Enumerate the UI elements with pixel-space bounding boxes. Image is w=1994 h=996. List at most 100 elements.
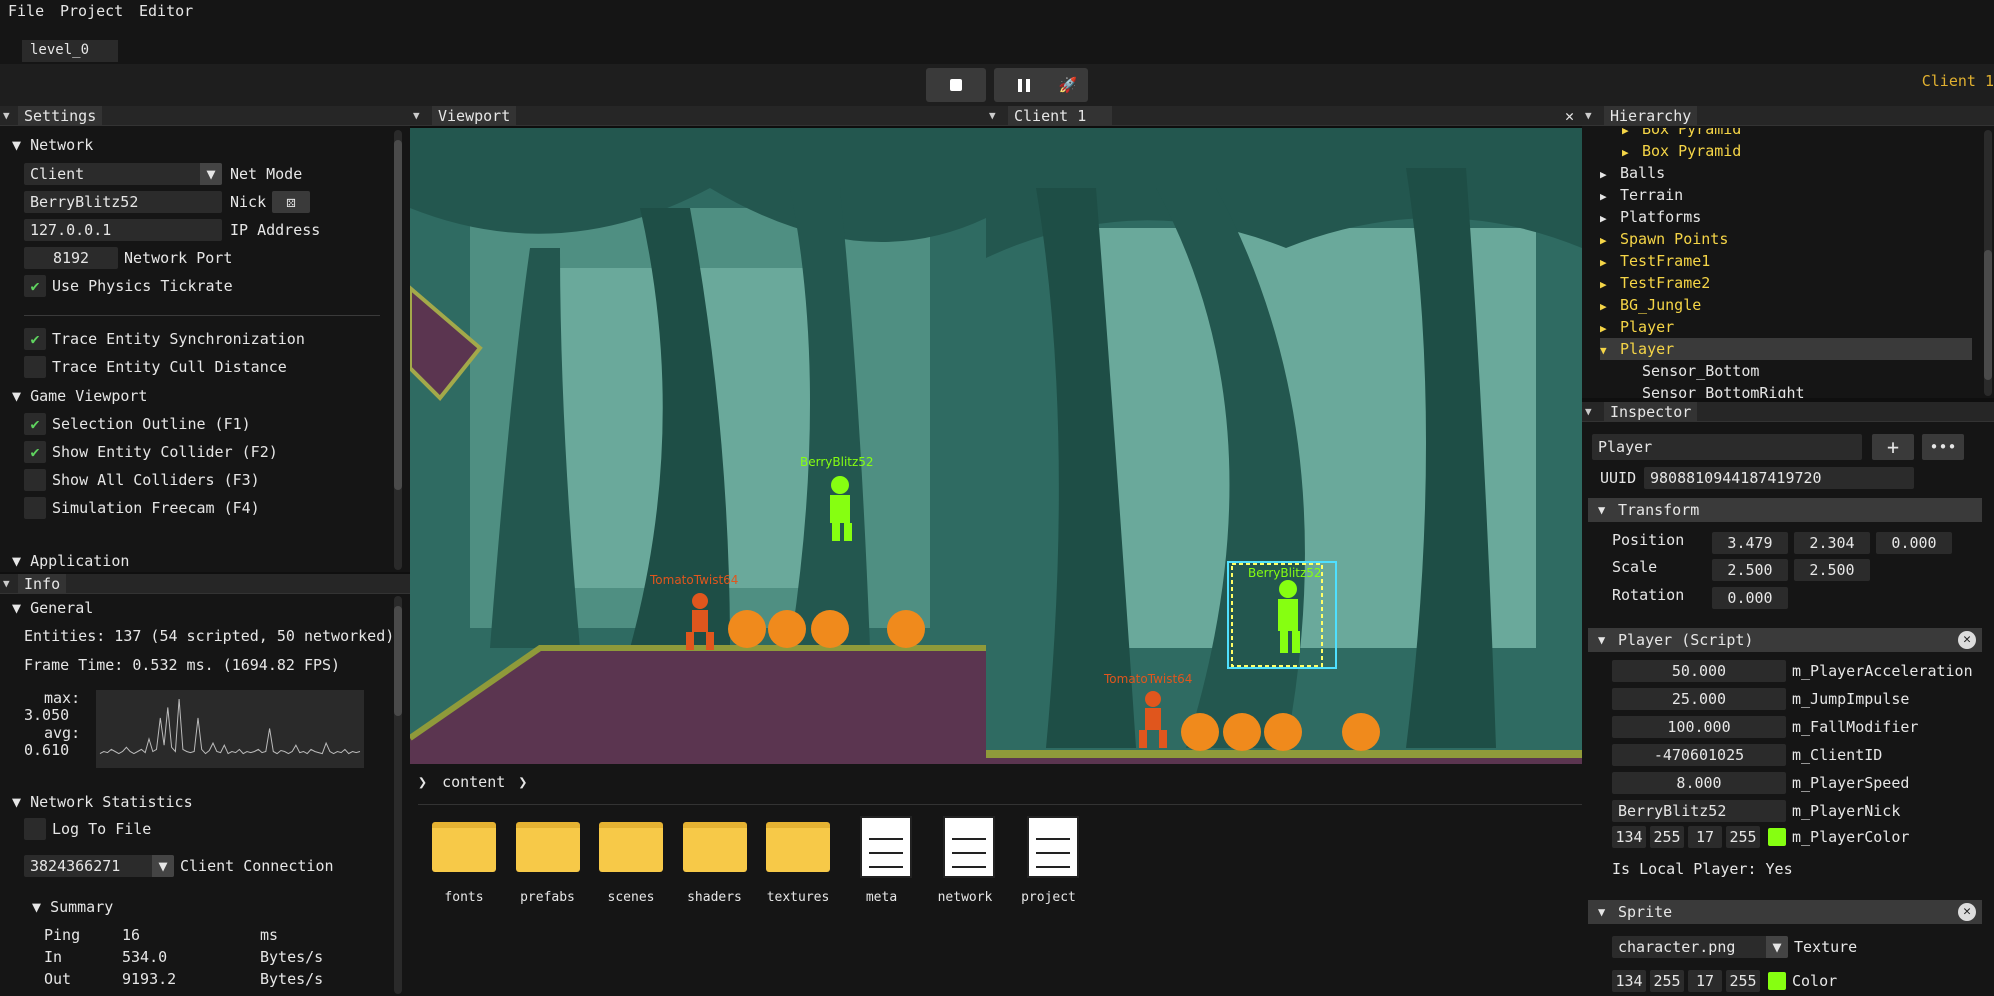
folder-item[interactable]: prefabs [504,816,584,916]
folder-item[interactable]: scenes [587,816,667,916]
network-section[interactable]: ▼ Network [12,134,93,156]
sprite-color-b[interactable]: 17 [1688,970,1722,992]
hierarchy-item[interactable]: ▶ TestFrame2 [1600,272,1972,294]
collapsed-arrow-icon[interactable]: ▶ [1600,318,1620,340]
hierarchy-item[interactable]: ▶ Box Pyramid [1600,128,1972,140]
remove-component-icon[interactable]: ✕ [1958,631,1976,649]
player-color-a[interactable]: 255 [1726,826,1760,848]
sprite-color-g[interactable]: 255 [1650,970,1684,992]
general-section[interactable]: ▼ General [12,597,93,619]
chevron-right-icon[interactable]: ❯ [418,773,427,791]
trace-sync-checkbox[interactable]: ✔ [24,328,46,350]
player-color-b[interactable]: 17 [1688,826,1722,848]
trace-cull-checkbox[interactable] [24,356,46,378]
show-collider-checkbox[interactable]: ✔ [24,441,46,463]
breadcrumb-content[interactable]: content [442,773,505,791]
folder-item[interactable]: textures [754,816,834,916]
collapse-icon[interactable]: ▼ [413,109,420,122]
collapsed-arrow-icon[interactable]: ▶ [1600,252,1620,274]
ip-address-input[interactable]: 127.0.0.1 [24,219,222,241]
texture-select[interactable]: character.png ▼ [1612,936,1788,958]
sprite-color-a[interactable]: 255 [1726,970,1760,992]
selection-outline-checkbox[interactable]: ✔ [24,413,46,435]
sim-freecam-checkbox[interactable] [24,497,46,519]
log-to-file-checkbox[interactable] [24,818,46,840]
collapse-icon[interactable]: ▼ [1585,405,1592,418]
position-y[interactable]: 2.304 [1794,532,1870,554]
application-section[interactable]: ▼ Application [12,550,129,572]
collapsed-arrow-icon[interactable]: ▶ [1600,274,1620,296]
close-icon[interactable]: ✕ [1565,106,1574,126]
script-field-value[interactable]: 100.000 [1612,716,1786,738]
randomize-nick-button[interactable]: ⚄ [272,191,310,213]
folder-item[interactable]: fonts [420,816,500,916]
collapse-icon[interactable]: ▼ [989,109,996,122]
player-script-header[interactable]: ▼ Player (Script) ✕ [1588,628,1982,652]
collapsed-arrow-icon[interactable]: ▶ [1622,142,1642,164]
player-color-g[interactable]: 255 [1650,826,1684,848]
collapsed-arrow-icon[interactable]: ▶ [1600,186,1620,208]
chevron-right-icon[interactable]: ❯ [518,773,527,791]
sprite-color-swatch[interactable] [1768,972,1786,990]
script-field-value[interactable]: 8.000 [1612,772,1786,794]
transform-header[interactable]: ▼ Transform [1588,498,1982,522]
hierarchy-item[interactable]: ▶ Spawn Points [1600,228,1972,250]
scale-x[interactable]: 2.500 [1712,559,1788,581]
use-physics-checkbox[interactable]: ✔ [24,275,46,297]
hierarchy-item[interactable]: Sensor_BottomRight [1600,382,1972,398]
add-component-button[interactable]: + [1872,434,1914,460]
menu-editor[interactable]: Editor [139,2,193,20]
more-options-button[interactable]: ••• [1922,434,1964,460]
script-field-value[interactable]: 50.000 [1612,660,1786,682]
player-color-swatch[interactable] [1768,828,1786,846]
sprite-header[interactable]: ▼ Sprite ✕ [1588,900,1982,924]
pause-button[interactable] [994,68,1054,102]
hierarchy-item[interactable]: Sensor_Bottom [1600,360,1972,382]
file-item[interactable]: project [1005,816,1085,916]
menu-project[interactable]: Project [60,2,123,20]
show-all-colliders-checkbox[interactable] [24,469,46,491]
hierarchy-item[interactable]: ▶ BG_Jungle [1600,294,1972,316]
script-field-value[interactable]: 25.000 [1612,688,1786,710]
remove-component-icon[interactable]: ✕ [1958,903,1976,921]
scrollbar-thumb[interactable] [394,140,402,490]
script-field-value[interactable]: BerryBlitz52 [1612,800,1786,822]
collapse-icon[interactable]: ▼ [1585,109,1592,122]
scrollbar-thumb[interactable] [394,606,402,716]
net-mode-select[interactable]: Client ▼ [24,163,222,185]
client-view-scene[interactable]: BerryBlitz52 TomatoTwist64 [986,128,1582,764]
port-input[interactable]: 8192 [24,247,118,269]
hierarchy-item[interactable]: ▼ Player [1600,338,1972,360]
collapse-icon[interactable]: ▼ [3,577,10,590]
collapsed-arrow-icon[interactable]: ▶ [1600,164,1620,186]
launch-button[interactable]: 🚀 [1048,68,1088,102]
client-connection-select[interactable]: 3824366271 ▼ [24,855,174,877]
rotation-value[interactable]: 0.000 [1712,587,1788,609]
collapsed-arrow-icon[interactable]: ▶ [1600,296,1620,318]
sprite-color-r[interactable]: 134 [1612,970,1646,992]
hierarchy-item[interactable]: ▶ Terrain [1600,184,1972,206]
info-scrollbar[interactable] [394,596,402,994]
scrollbar-thumb[interactable] [1984,250,1992,380]
folder-item[interactable]: shaders [671,816,751,916]
position-x[interactable]: 3.479 [1712,532,1788,554]
hierarchy-item[interactable]: ▶ TestFrame1 [1600,250,1972,272]
entity-name-input[interactable]: Player [1592,434,1862,460]
file-item[interactable]: network [921,816,1001,916]
script-field-value[interactable]: -470601025 [1612,744,1786,766]
expanded-arrow-icon[interactable]: ▼ [1600,340,1620,362]
collapse-icon[interactable]: ▼ [3,109,10,122]
hierarchy-scrollbar[interactable] [1984,130,1992,396]
game-viewport-section[interactable]: ▼ Game Viewport [12,385,147,407]
scale-y[interactable]: 2.500 [1794,559,1870,581]
hierarchy-item[interactable]: ▶ Box Pyramid [1600,140,1972,162]
collapsed-arrow-icon[interactable]: ▶ [1600,230,1620,252]
file-item[interactable]: meta [838,816,918,916]
hierarchy-item[interactable]: ▶ Platforms [1600,206,1972,228]
viewport-scene[interactable]: BerryBlitz52 TomatoTwist64 [410,128,986,764]
stop-button[interactable] [926,68,986,102]
hierarchy-item[interactable]: ▶ Player [1600,316,1972,338]
menu-file[interactable]: File [8,2,44,20]
summary-section[interactable]: ▼ Summary [32,896,113,918]
tab-level-0[interactable]: level_0 [22,40,118,62]
